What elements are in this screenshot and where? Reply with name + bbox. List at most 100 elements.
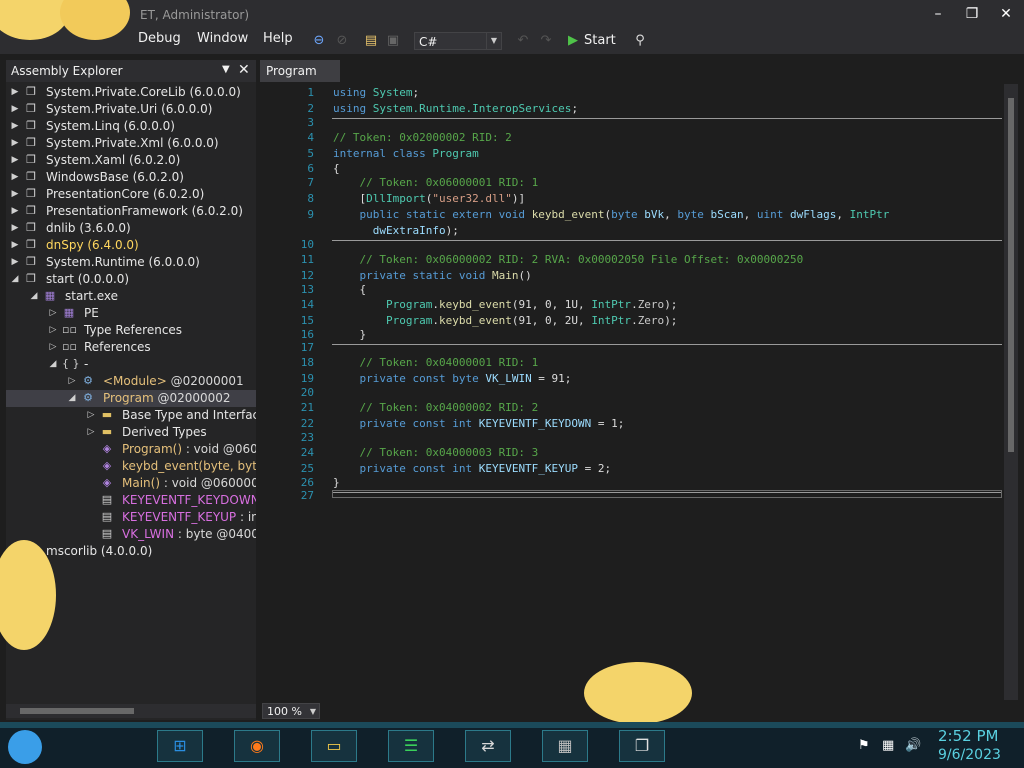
expand-arrow-icon[interactable]: ▶ [10, 203, 20, 220]
tree-item[interactable]: ▷ ▬ Base Type and Interfaces [6, 407, 256, 424]
expand-arrow-icon[interactable]: ▶ [10, 152, 20, 169]
code-line[interactable]: Program.keybd_event(91, 0, 1U, IntPtr.Ze… [333, 298, 677, 311]
expand-arrow-icon[interactable]: ◢ [67, 390, 77, 407]
code-line[interactable]: private const int KEYEVENTF_KEYUP = 2; [333, 462, 611, 475]
code-line[interactable]: } [333, 328, 366, 341]
file-explorer-icon[interactable]: ▭ [311, 730, 357, 762]
clock-time[interactable]: 2:52 PM [938, 727, 998, 745]
code-line[interactable]: using System.Runtime.InteropServices; [333, 102, 578, 115]
expand-arrow-icon[interactable]: ▷ [67, 373, 77, 390]
expand-arrow-icon[interactable]: ▶ [10, 186, 20, 203]
save-icon[interactable]: ▣ [384, 32, 402, 50]
close-icon[interactable]: ✕ [994, 4, 1018, 24]
tree-item[interactable]: ▤KEYEVENTF_KEYDOWN : [6, 492, 256, 509]
tree-item[interactable]: ▷ ▫▫ References [6, 339, 256, 356]
tree-item[interactable]: ▤ KEYEVENTF_KEYUP : int @ [6, 509, 256, 526]
code-line[interactable]: // Token: 0x04000003 RID: 3 [333, 446, 538, 459]
expand-arrow-icon[interactable]: ▶ [10, 169, 20, 186]
forward-icon[interactable]: ⊘ [333, 32, 351, 50]
code-line[interactable]: public static extern void keybd_event(by… [333, 208, 889, 221]
code-line[interactable]: { [333, 162, 340, 175]
tree-item[interactable]: ▷ ▫▫ Type References [6, 322, 256, 339]
code-line[interactable]: private const byte VK_LWIN = 91; [333, 372, 571, 385]
panel-menu-icon[interactable]: ▼ [222, 64, 230, 75]
code-line[interactable]: dwExtraInfo); [333, 224, 459, 237]
tree-item[interactable]: ◢ ▦ start.exe [6, 288, 256, 305]
panel-close-icon[interactable]: ✕ [238, 62, 250, 78]
expand-arrow-icon[interactable]: ◢ [48, 356, 58, 373]
tree-item[interactable]: ▶ ❐ System.Private.Uri (6.0.0.0) [6, 101, 256, 118]
expand-arrow-icon[interactable]: ▷ [48, 339, 58, 356]
code-editor[interactable]: 1 using System; 2 using System.Runtime.Int… [260, 82, 1004, 700]
tree-item[interactable]: ▤ VK_LWIN : byte @0400000 [6, 526, 256, 543]
tab-program[interactable]: Program [260, 60, 340, 82]
scroll-thumb[interactable] [1008, 98, 1014, 452]
windows-logo-icon[interactable]: ⊞ [157, 730, 203, 762]
tree-item[interactable]: ◢ ❐ start (0.0.0.0) [6, 271, 256, 288]
clock-date[interactable]: 9/6/2023 [938, 747, 1001, 763]
code-line[interactable]: using System; [333, 86, 426, 99]
tree-item[interactable]: ▶ ❐ System.Private.CoreLib (6.0.0.0) [6, 84, 256, 101]
start-orb-icon[interactable] [8, 730, 42, 764]
expand-arrow-icon[interactable]: ▷ [86, 407, 96, 424]
expand-arrow-icon[interactable]: ◢ [10, 271, 20, 288]
expand-arrow-icon[interactable]: ▶ [10, 118, 20, 135]
tree-item[interactable]: ▷ ▬ Derived Types [6, 424, 256, 441]
code-line[interactable]: internal class Program [333, 147, 479, 160]
tree-item[interactable]: ▶ ❐ PresentationCore (6.0.2.0) [6, 186, 256, 203]
tree-item[interactable]: ▷ ⚙ <Module> @02000001 [6, 373, 256, 390]
scroll-thumb[interactable] [20, 708, 134, 714]
tree-item[interactable]: ◈ Main() : void @06000002 [6, 475, 256, 492]
code-line[interactable]: // Token: 0x06000002 RID: 2 RVA: 0x00002… [333, 253, 803, 266]
menu-window[interactable]: Window [197, 31, 248, 46]
task-view-icon[interactable]: ❐ [619, 730, 665, 762]
redo-icon[interactable]: ↷ [537, 32, 555, 50]
tree-item[interactable]: ▶ ❐ WindowsBase (6.0.2.0) [6, 169, 256, 186]
tree-item[interactable]: ▶ ❐ System.Private.Xml (6.0.0.0) [6, 135, 256, 152]
tree-item[interactable]: ◈ Program() : void @060000 [6, 441, 256, 458]
expand-arrow-icon[interactable]: ▷ [48, 322, 58, 339]
editor-vertical-scrollbar[interactable] [1004, 84, 1018, 700]
expand-arrow-icon[interactable]: ▶ [10, 237, 20, 254]
tree-item[interactable]: ▶ ❐ dnSpy (6.4.0.0) [6, 237, 256, 254]
search-icon[interactable]: ⚲ [631, 32, 649, 50]
undo-icon[interactable]: ↶ [514, 32, 532, 50]
back-icon[interactable]: ⊖ [310, 32, 328, 50]
expand-arrow-icon[interactable]: ▷ [48, 305, 58, 322]
open-icon[interactable]: ▤ [362, 32, 380, 50]
wall-app-icon[interactable]: ▦ [542, 730, 588, 762]
tree-item[interactable]: ▶ ❐ System.Xaml (6.0.2.0) [6, 152, 256, 169]
explorer-horizontal-scrollbar[interactable] [6, 704, 256, 718]
code-line[interactable]: private const int KEYEVENTF_KEYDOWN = 1; [333, 417, 624, 430]
minimize-icon[interactable]: – [926, 4, 950, 24]
expand-arrow-icon[interactable]: ▶ [10, 84, 20, 101]
expand-arrow-icon[interactable]: ▶ [10, 220, 20, 237]
code-line[interactable]: private static void Main() [333, 269, 531, 282]
network-icon[interactable]: ▦ [882, 738, 894, 753]
tree-item[interactable]: ◢ { } - [6, 356, 256, 373]
code-line[interactable]: [DllImport("user32.dll")] [333, 192, 525, 205]
tree-item[interactable]: ◈ keybd_event(byte, byte, u [6, 458, 256, 475]
expand-arrow-icon[interactable]: ◢ [29, 288, 39, 305]
menu-help[interactable]: Help [263, 31, 293, 46]
maximize-icon[interactable]: ❐ [960, 4, 984, 24]
tree-item[interactable]: ◢ ⚙ Program @02000002 [6, 390, 256, 407]
tree-item[interactable]: ▶ ❐ System.Linq (6.0.0.0) [6, 118, 256, 135]
code-line[interactable]: // Token: 0x04000001 RID: 1 [333, 356, 538, 369]
expand-arrow-icon[interactable]: ▶ [10, 101, 20, 118]
firefox-icon[interactable]: ◉ [234, 730, 280, 762]
menu-debug[interactable]: Debug [138, 31, 181, 46]
start-button[interactable]: ▶ Start [568, 32, 616, 50]
code-line[interactable]: // Token: 0x04000002 RID: 2 [333, 401, 538, 414]
expand-arrow-icon[interactable]: ▷ [86, 424, 96, 441]
notes-app-icon[interactable]: ☰ [388, 730, 434, 762]
network-app-icon[interactable]: ⇄ [465, 730, 511, 762]
zoom-select[interactable]: 100 % ▼ [262, 703, 320, 719]
tree-item[interactable]: ▷ ▦ PE [6, 305, 256, 322]
code-line[interactable]: Program.keybd_event(91, 0, 2U, IntPtr.Ze… [333, 314, 677, 327]
expand-arrow-icon[interactable]: ▶ [10, 254, 20, 271]
tree-item[interactable]: ▶ ❐ System.Runtime (6.0.0.0) [6, 254, 256, 271]
code-line[interactable]: } [333, 476, 340, 489]
language-select[interactable]: C# ▼ [414, 32, 502, 50]
tree-item[interactable]: ▶ ❐ PresentationFramework (6.0.2.0) [6, 203, 256, 220]
